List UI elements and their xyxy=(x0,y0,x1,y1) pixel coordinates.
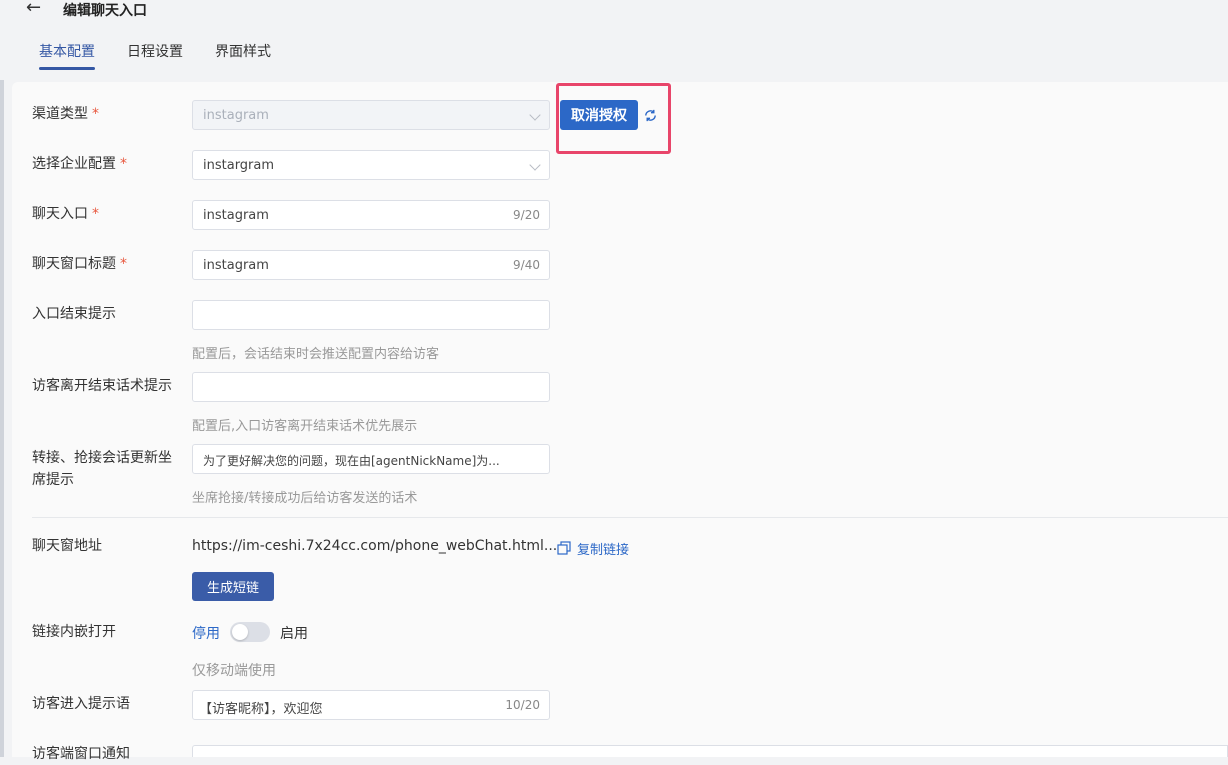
window-title-input[interactable]: instagram 9/40 xyxy=(192,250,550,280)
page-header: ← 编辑聊天入口 基本配置 日程设置 界面样式 xyxy=(0,0,1228,82)
copy-link-button[interactable]: 复制链接 xyxy=(577,539,629,558)
char-counter: 10/20 xyxy=(505,698,540,712)
channel-type-label: 渠道类型 * xyxy=(32,106,99,122)
toggle-off-label[interactable]: 停用 xyxy=(192,623,220,643)
tab-schedule-settings[interactable]: 日程设置 xyxy=(127,41,183,61)
chat-entry-label: 聊天入口 * xyxy=(32,206,99,222)
chat-url-text: https://im-ceshi.7x24cc.com/phone_webCha… xyxy=(192,538,558,554)
required-mark: * xyxy=(120,156,127,172)
copy-icon[interactable] xyxy=(557,541,571,555)
enterprise-config-label: 选择企业配置 * xyxy=(32,156,127,172)
visitor-notice-input[interactable] xyxy=(192,745,1228,757)
leave-hint-label: 访客离开结束话术提示 xyxy=(32,378,172,394)
transfer-hint-input[interactable]: 为了更好解决您的问题，现在由[agentNickName]为... xyxy=(192,444,550,474)
chat-entry-value: instagram xyxy=(203,208,269,223)
active-tab-indicator xyxy=(39,67,95,70)
visitor-greeting-value: 【访客昵称】，欢迎您 xyxy=(199,702,323,717)
required-mark: * xyxy=(92,106,99,122)
channel-type-value: instagram xyxy=(203,108,269,123)
highlight-box xyxy=(556,83,671,154)
leave-hint-input[interactable] xyxy=(192,372,550,402)
window-title-value: instagram xyxy=(203,258,269,273)
char-counter: 9/40 xyxy=(513,258,540,272)
end-hint-input[interactable] xyxy=(192,300,550,330)
visitor-greeting-input[interactable]: 【访客昵称】，欢迎您 10/20 xyxy=(192,690,550,720)
chat-url-label: 聊天窗地址 xyxy=(32,538,102,554)
enterprise-config-value: instargram xyxy=(203,158,275,173)
required-mark: * xyxy=(120,256,127,272)
chevron-down-icon xyxy=(529,109,541,121)
tab-interface-style[interactable]: 界面样式 xyxy=(215,41,271,61)
toggle-knob xyxy=(232,624,248,640)
transfer-hint-label: 转接、抢接会话更新坐 席提示 xyxy=(32,450,172,488)
window-title-label: 聊天窗口标题 * xyxy=(32,256,127,272)
chevron-down-icon xyxy=(529,159,541,171)
embed-open-toggle[interactable] xyxy=(230,622,270,642)
section-divider xyxy=(32,517,1228,518)
visitor-notice-label: 访客端窗口通知 xyxy=(32,746,130,762)
required-mark: * xyxy=(92,206,99,222)
generate-short-link-button[interactable]: 生成短链 xyxy=(192,572,274,601)
page-title: 编辑聊天入口 xyxy=(63,3,147,19)
embed-open-label: 链接内嵌打开 xyxy=(32,624,116,640)
transfer-hint-value: 为了更好解决您的问题，现在由[agentNickName]为... xyxy=(203,454,500,468)
leave-hint-help: 配置后,入口访客离开结束话术优先展示 xyxy=(192,419,418,434)
embed-open-help: 仅移动端使用 xyxy=(192,663,276,679)
char-counter: 9/20 xyxy=(513,208,540,222)
visitor-greeting-label: 访客进入提示语 xyxy=(32,696,130,712)
toggle-on-label[interactable]: 启用 xyxy=(280,623,308,643)
transfer-hint-help: 坐席抢接/转接成功后给访客发送的话术 xyxy=(192,491,418,506)
tab-basic-config[interactable]: 基本配置 xyxy=(39,41,95,61)
chat-entry-input[interactable]: instagram 9/20 xyxy=(192,200,550,230)
enterprise-config-select[interactable]: instargram xyxy=(192,150,550,180)
end-hint-help: 配置后，会话结束时会推送配置内容给访客 xyxy=(192,347,440,362)
left-edge-bar xyxy=(0,80,4,757)
channel-type-select[interactable]: instagram xyxy=(192,100,550,130)
back-arrow-icon[interactable]: ← xyxy=(26,0,41,18)
end-hint-label: 入口结束提示 xyxy=(32,306,116,322)
